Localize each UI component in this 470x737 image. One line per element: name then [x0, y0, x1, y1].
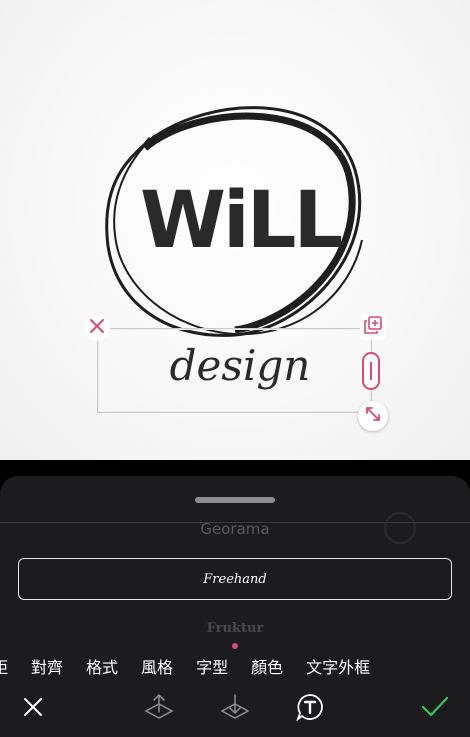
tab-style[interactable]: 風格	[141, 654, 173, 678]
font-option-selected[interactable]: Freehand	[18, 558, 452, 600]
stretch-handle-grip	[370, 362, 372, 380]
close-icon	[22, 696, 44, 722]
edit-tabs: 距 對齊 格式 風格 字型 顏色 文字外框	[0, 654, 393, 678]
delete-layer-button[interactable]	[84, 315, 110, 341]
text-style-button[interactable]	[293, 692, 327, 726]
logo-text: WiLL	[140, 176, 343, 266]
send-backward-icon	[220, 692, 250, 726]
bring-forward-icon	[144, 692, 174, 726]
active-tab-indicator	[232, 643, 238, 649]
check-icon	[421, 695, 449, 723]
design-canvas[interactable]: WiLL design	[0, 0, 470, 460]
font-panel: Georama Freehand Fruktur 距 對齊 格式 風格 字型 顏…	[0, 476, 470, 737]
bring-forward-button[interactable]	[142, 692, 176, 726]
duplicate-icon	[364, 316, 382, 338]
close-icon	[89, 318, 105, 338]
send-backward-button[interactable]	[218, 692, 252, 726]
tab-color[interactable]: 顏色	[251, 654, 283, 678]
tab-spacing[interactable]: 距	[0, 654, 8, 678]
resize-arrows-icon	[364, 405, 382, 427]
tab-font[interactable]: 字型	[196, 654, 228, 678]
font-option-below[interactable]: Fruktur	[0, 621, 470, 636]
cancel-button[interactable]	[16, 692, 50, 726]
confirm-button[interactable]	[418, 692, 452, 726]
text-style-icon	[296, 693, 324, 725]
duplicate-layer-button[interactable]	[360, 314, 386, 340]
stretch-handle[interactable]	[362, 352, 380, 390]
tab-outline[interactable]: 文字外框	[306, 654, 370, 678]
resize-rotate-handle[interactable]	[358, 401, 388, 431]
selected-text-layer[interactable]: design	[140, 345, 340, 387]
panel-grabber[interactable]	[195, 497, 275, 503]
tab-align[interactable]: 對齊	[31, 654, 63, 678]
bottom-toolbar	[0, 687, 470, 731]
font-option-selected-label: Freehand	[203, 571, 267, 587]
tab-format[interactable]: 格式	[86, 654, 118, 678]
favorite-ring-icon	[384, 512, 416, 544]
